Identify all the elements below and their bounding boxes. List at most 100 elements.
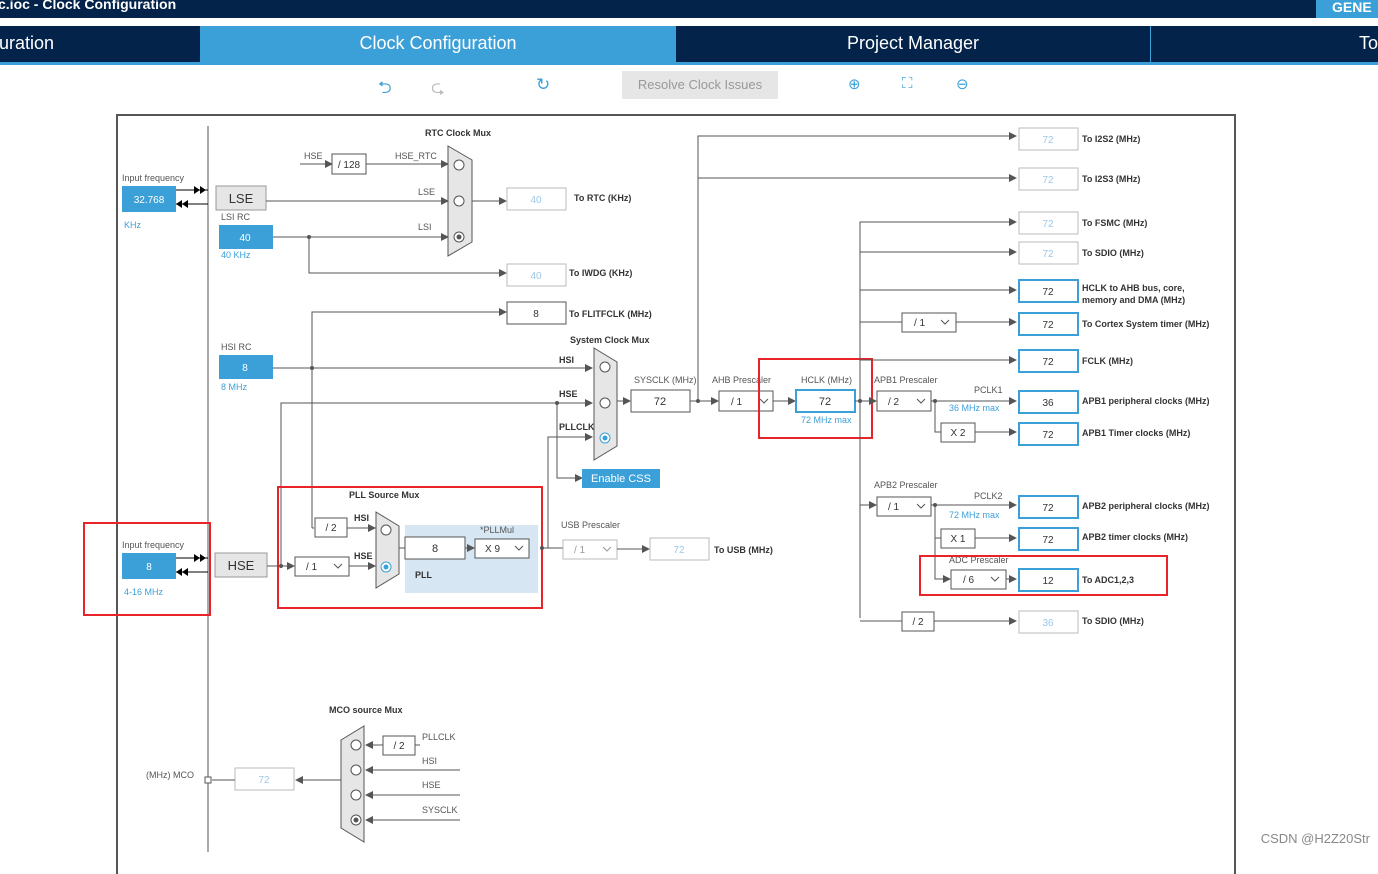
sysmux-pllclk-label: PLLCLK (559, 422, 595, 432)
output-value: 72 (1042, 357, 1054, 368)
lsi-label: LSI RC (221, 212, 251, 222)
lse-name: LSE (229, 191, 254, 206)
flitf-output-value: 8 (533, 309, 539, 320)
lse-value: 32.768 (134, 195, 165, 206)
adc-prescaler-select[interactable] (950, 569, 1007, 590)
pll-name: PLL (415, 570, 433, 580)
apb2-prescaler-label: APB2 Prescaler (874, 480, 938, 490)
sysmux-radio-hse[interactable] (599, 397, 611, 409)
pll-hsi-label: HSI (354, 513, 369, 523)
output-label: To I2S3 (MHz) (1082, 174, 1140, 184)
pll-source-mux-title: PLL Source Mux (349, 490, 419, 500)
mco-label: (MHz) MCO (146, 770, 194, 780)
pll-hse-label: HSE (354, 551, 373, 561)
sysmux-hse-label: HSE (559, 389, 578, 399)
usb-prescaler-label: USB Prescaler (561, 520, 620, 530)
apb2-prescaler-value: / 1 (888, 502, 900, 513)
pll-value: 8 (432, 543, 438, 555)
output-label: APB1 peripheral clocks (MHz) (1082, 396, 1210, 406)
rtc-mux-radio-hse[interactable] (453, 159, 465, 171)
output-value: 12 (1042, 576, 1054, 587)
ahb-prescaler-label: AHB Prescaler (712, 375, 771, 385)
output-value: 72 (1042, 219, 1054, 230)
usb-output-label: To USB (MHz) (714, 545, 773, 555)
hsi-unit: 8 MHz (221, 382, 248, 392)
hclk-max: 72 MHz max (801, 415, 852, 425)
sysmux-hsi-label: HSI (559, 355, 574, 365)
lsi-value: 40 (239, 233, 251, 244)
lse-input-label: Input frequency (122, 173, 185, 183)
enable-css-label: Enable CSS (591, 473, 651, 485)
mco-mux-radio-pllclk[interactable] (350, 739, 362, 751)
rtc-output-label: To RTC (KHz) (574, 193, 631, 203)
iwdg-output-label: To IWDG (KHz) (569, 268, 632, 278)
hsi-label: HSI RC (221, 342, 252, 352)
output-value: 72 (1042, 320, 1054, 331)
apb2-timer-mult: X 1 (950, 534, 965, 545)
pll-mul-value: X 9 (485, 544, 500, 555)
hsi-value: 8 (242, 363, 248, 374)
output-label: APB1 Timer clocks (MHz) (1082, 428, 1190, 438)
cortex-div-select[interactable] (901, 312, 957, 333)
watermark: CSDN @H2Z20Str (1260, 831, 1370, 846)
output-value: 72 (1042, 287, 1054, 298)
output-label: FCLK (MHz) (1082, 356, 1133, 366)
output-label-line2: memory and DMA (MHz) (1082, 295, 1185, 305)
adc-prescaler-value: / 6 (963, 575, 975, 586)
iwdg-output-value: 40 (530, 271, 542, 282)
pclk2-label: PCLK2 (974, 491, 1003, 501)
lsi-unit: 40 KHz (221, 250, 251, 260)
output-value: 36 (1042, 398, 1054, 409)
mco-output-value: 72 (258, 775, 270, 786)
pll-hse-div-select[interactable] (294, 556, 350, 577)
rtc-lsi-label: LSI (418, 222, 432, 232)
rtc-div128: / 128 (338, 160, 361, 171)
output-label: To SDIO (MHz) (1082, 616, 1144, 626)
rtc-hse-label: HSE (304, 151, 323, 161)
sysmux-title: System Clock Mux (570, 335, 650, 345)
output-value: 36 (1042, 618, 1054, 629)
mco-hse-label: HSE (422, 780, 441, 790)
mco-mux-radio-hse[interactable] (350, 789, 362, 801)
hse-name: HSE (228, 558, 255, 573)
output-label: APB2 timer clocks (MHz) (1082, 532, 1188, 542)
output-boxes: 72 To I2S2 (MHz) 72 To I2S3 (MHz) 72 To … (1018, 127, 1210, 634)
hclk-label: HCLK (MHz) (801, 375, 852, 385)
hse-value: 8 (146, 562, 152, 573)
mco-mux-title: MCO source Mux (329, 705, 403, 715)
usb-prescaler-value: / 1 (574, 545, 586, 556)
apb2-max: 72 MHz max (949, 510, 1000, 520)
output-label: To ADC1,2,3 (1082, 575, 1134, 585)
flitf-output-label: To FLITFCLK (MHz) (569, 309, 652, 319)
mco-mux-radio-hsi[interactable] (350, 764, 362, 776)
ahb-prescaler-select[interactable] (718, 390, 774, 412)
mco-pll-div: / 2 (393, 741, 405, 752)
mco-sysclk-label: SYSCLK (422, 805, 458, 815)
sysmux-radio-hsi[interactable] (599, 361, 611, 373)
clock-tree-diagram: Input frequency 32.768 KHz LSE LSI RC 40… (83, 126, 1210, 852)
pll-mux-radio-hsi[interactable] (380, 524, 392, 536)
apb1-timer-mult: X 2 (950, 428, 965, 439)
lse-unit: KHz (124, 220, 142, 230)
rtc-lse-label: LSE (418, 187, 435, 197)
output-value: 72 (1042, 535, 1054, 546)
rtc-mux-title: RTC Clock Mux (425, 128, 491, 138)
mco-pin (204, 776, 212, 784)
ahb-prescaler-value: / 1 (731, 397, 743, 408)
pll-hse-div-value: / 1 (306, 562, 318, 573)
sdio-div: / 2 (912, 617, 924, 628)
output-label: To FSMC (MHz) (1082, 218, 1147, 228)
output-label: To SDIO (MHz) (1082, 248, 1144, 258)
hse-range: 4-16 MHz (124, 587, 164, 597)
output-label: To I2S2 (MHz) (1082, 134, 1140, 144)
pll-source-mux[interactable] (375, 511, 400, 589)
pll-hsi-div: / 2 (325, 523, 337, 534)
apb1-max: 36 MHz max (949, 403, 1000, 413)
hclk-value: 72 (819, 396, 831, 408)
output-value: 72 (1042, 430, 1054, 441)
rtc-mux-radio-lse[interactable] (453, 195, 465, 207)
output-value: 72 (1042, 175, 1054, 186)
output-value: 72 (1042, 135, 1054, 146)
pclk1-label: PCLK1 (974, 385, 1003, 395)
output-label: APB2 peripheral clocks (MHz) (1082, 501, 1210, 511)
